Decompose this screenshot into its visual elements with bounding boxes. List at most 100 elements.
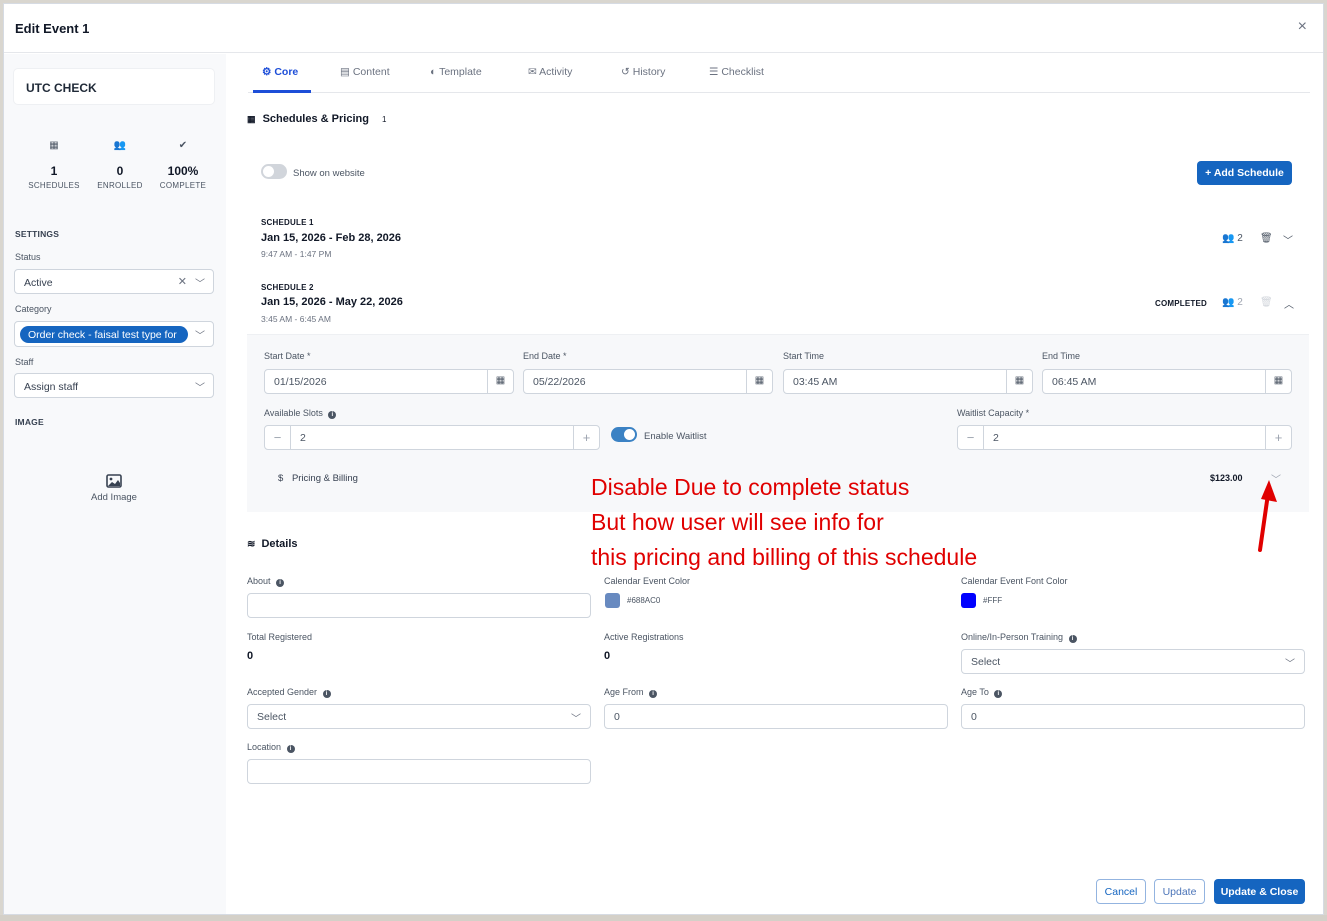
stat-schedules: ▦ 1 SCHEDULES: [19, 140, 89, 190]
category-select[interactable]: Order check - faisal test type for ﹀: [14, 321, 214, 347]
end-time-label: End Time: [1042, 351, 1081, 361]
show-on-website-label: Show on website: [293, 168, 365, 179]
add-image-button[interactable]: Add Image: [64, 474, 164, 503]
update-button[interactable]: Update: [1154, 879, 1205, 904]
add-schedule-button[interactable]: + Add Schedule: [1197, 161, 1292, 185]
stat-enrolled: 👥 0 ENROLLED: [85, 140, 155, 190]
start-time-field[interactable]: 03:45 AM ▦: [783, 369, 1033, 394]
total-registered-value: 0: [247, 650, 254, 662]
calendar-color-swatch[interactable]: [605, 593, 620, 608]
info-icon: i: [322, 690, 331, 698]
calendar-icon[interactable]: ▦: [487, 370, 513, 393]
chevron-down-icon: ﹀: [195, 383, 205, 394]
calendar-font-color-swatch[interactable]: [961, 593, 976, 608]
tab-history-label: History: [632, 66, 666, 78]
pricing-billing-label: Pricing & Billing: [291, 473, 358, 484]
enable-waitlist-toggle[interactable]: [611, 427, 637, 442]
gender-value: Select: [257, 711, 287, 723]
age-from-input[interactable]: 0: [604, 704, 948, 729]
tab-core-label: Core: [274, 66, 299, 78]
annotation-line-1: Disable Due to complete status: [591, 474, 910, 500]
schedule1-kicker: SCHEDULE 1: [261, 218, 314, 227]
check-circle-icon: ✔: [178, 140, 188, 151]
toggle-knob: [263, 166, 274, 177]
available-slots-stepper[interactable]: − 2 +: [264, 425, 600, 450]
start-date-label: Start Date *: [264, 351, 311, 361]
status-select[interactable]: Active ✕ ﹀: [14, 269, 214, 294]
annotation-line-2: But how user will see info for: [591, 509, 884, 535]
info-icon: i: [994, 690, 1003, 698]
annotation-arrow-icon: [1258, 480, 1277, 552]
end-date-field[interactable]: 05/22/2026 ▦: [523, 369, 773, 394]
status-value: Active: [24, 277, 53, 289]
image-heading: IMAGE: [15, 417, 44, 427]
location-input[interactable]: [247, 759, 591, 784]
location-label-text: Location: [247, 742, 282, 752]
update-close-button[interactable]: Update & Close: [1214, 879, 1305, 904]
calendar-icon: ▦: [49, 140, 59, 151]
stat-complete-label: COMPLETE: [159, 181, 207, 190]
increment-button[interactable]: +: [573, 426, 599, 449]
age-to-label: Age To i: [961, 687, 1003, 698]
tab-core[interactable]: ⚙ Core: [262, 66, 298, 78]
calendar-icon[interactable]: ▦: [1006, 370, 1032, 393]
decrement-button[interactable]: −: [958, 426, 984, 449]
start-time-value: 03:45 AM: [793, 376, 838, 388]
calendar-font-color-value: #FFF: [983, 596, 1003, 605]
event-sidebar: UTC CHECK ▦ 1 SCHEDULES 👥 0 ENROLLED ✔ 1…: [4, 54, 226, 914]
info-icon: i: [649, 690, 658, 698]
info-icon: i: [328, 411, 337, 419]
end-time-field[interactable]: 06:45 AM ▦: [1042, 369, 1292, 394]
staff-select[interactable]: Assign staff ﹀: [14, 373, 214, 398]
chevron-down-icon[interactable]: ﹀: [1283, 232, 1293, 247]
start-date-field[interactable]: 01/15/2026 ▦: [264, 369, 514, 394]
event-name-card: UTC CHECK: [14, 69, 214, 104]
modal-title: Edit Event 1: [15, 21, 90, 36]
age-to-input[interactable]: 0: [961, 704, 1305, 729]
tab-activity[interactable]: ✉ Activity: [528, 66, 572, 78]
annotation-line-3: this pricing and billing of this schedul…: [591, 544, 978, 570]
tab-checklist[interactable]: ☰ Checklist: [709, 66, 764, 78]
trash-icon[interactable]: 🗑: [1260, 233, 1273, 244]
chevron-down-icon: ﹀: [1285, 659, 1295, 670]
pricing-billing-row: $ Pricing & Billing: [278, 473, 358, 484]
decrement-button[interactable]: −: [265, 426, 291, 449]
document-icon: ▤: [340, 66, 350, 78]
about-label-text: About: [247, 576, 271, 586]
category-chip[interactable]: Order check - faisal test type for: [20, 326, 188, 343]
waitlist-capacity-stepper[interactable]: − 2 +: [957, 425, 1292, 450]
calendar-icon[interactable]: ▦: [746, 370, 772, 393]
schedule2-time: 3:45 AM - 6:45 AM: [261, 314, 331, 324]
chevron-down-icon: ﹀: [195, 279, 205, 290]
active-registrations-value: 0: [604, 650, 611, 662]
training-select[interactable]: Select ﹀: [961, 649, 1305, 674]
chevron-up-icon[interactable]: ︿: [1284, 296, 1294, 311]
schedule2-header[interactable]: SCHEDULE 2 Jan 15, 2026 - May 22, 2026 3…: [247, 272, 1309, 334]
close-icon[interactable]: ×: [1298, 18, 1307, 36]
calendar-color-label: Calendar Event Color: [604, 576, 691, 586]
show-on-website-toggle[interactable]: [261, 164, 287, 179]
location-label: Location i: [247, 742, 295, 753]
clear-icon[interactable]: ✕: [178, 275, 187, 288]
annotation-text: Disable Due to complete status But how u…: [591, 470, 977, 575]
stat-complete-value: 100%: [167, 164, 199, 178]
about-field[interactable]: [247, 593, 591, 618]
chat-icon: ✉: [528, 66, 537, 78]
tab-bar: ⚙ Core ▤ Content ◐ Template ✉ Activity ↺…: [248, 59, 1310, 93]
tab-history[interactable]: ↺ History: [621, 66, 665, 78]
calendar-icon[interactable]: ▦: [1265, 370, 1291, 393]
schedule1-dates: Jan 15, 2026 - Feb 28, 2026: [261, 232, 402, 244]
increment-button[interactable]: +: [1265, 426, 1291, 449]
gender-label-text: Accepted Gender: [247, 687, 318, 697]
users-icon: 👥: [113, 140, 127, 151]
calendar-icon: ▦: [247, 114, 256, 124]
users-icon: 👥: [1222, 297, 1235, 308]
history-icon: ↺: [621, 66, 630, 78]
cancel-button[interactable]: Cancel: [1096, 879, 1146, 904]
tab-template[interactable]: ◐ Template: [430, 66, 482, 78]
calendar-color-value: #688AC0: [627, 596, 661, 605]
tab-content[interactable]: ▤ Content: [340, 66, 390, 78]
gender-select[interactable]: Select ﹀: [247, 704, 591, 729]
schedule2-kicker: SCHEDULE 2: [261, 283, 314, 292]
staff-label: Staff: [15, 357, 34, 367]
